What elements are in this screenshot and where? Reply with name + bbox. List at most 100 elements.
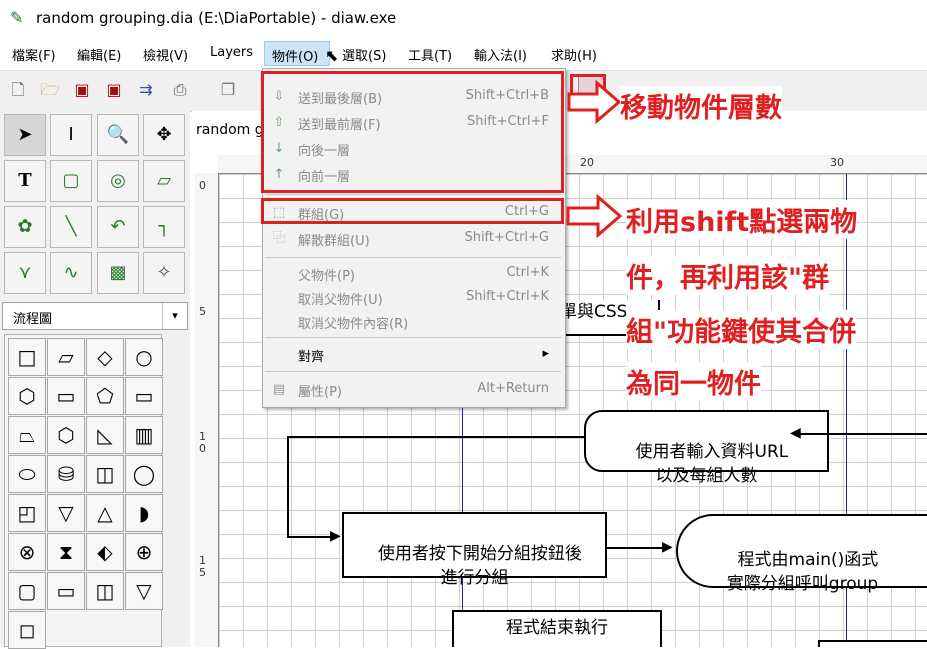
app-icon: ✎ [10, 8, 24, 27]
connector-shape-icon[interactable]: ○ [125, 338, 163, 376]
menu-object-label: 物件(O) [272, 50, 319, 65]
save-icon[interactable]: ▣ [72, 80, 92, 100]
direct-access-shape-icon[interactable]: ◫ [86, 455, 124, 493]
menu-unparent-children[interactable]: 取消父物件內容(R) [263, 310, 563, 334]
card-shape-icon[interactable]: ▭ [47, 572, 85, 610]
input-output-shape-icon[interactable]: ▱ [47, 338, 85, 376]
manual-file-shape-icon[interactable]: ▽ [125, 572, 163, 610]
manual-input-shape-icon[interactable]: ◺ [86, 416, 124, 454]
extract-shape-icon[interactable]: △ [86, 494, 124, 532]
predefined-process-shape-icon[interactable]: ▥ [125, 416, 163, 454]
preparation-shape-icon[interactable]: ⬡ [8, 377, 46, 415]
punched-tape-shape-icon[interactable]: ◫ [86, 572, 124, 610]
copy-icon[interactable]: ❐ [218, 80, 238, 100]
merge-shape-icon[interactable]: ▽ [47, 494, 85, 532]
print-icon[interactable]: ⎙ [170, 80, 190, 100]
menu-object[interactable]: 物件(O) [264, 41, 330, 66]
menu-unparent[interactable]: 取消父物件(U) Shift+Ctrl+K [263, 286, 563, 310]
sheet-selector-value: 流程圖 [13, 312, 53, 327]
ellipse-tool-icon[interactable]: ◎ [97, 160, 139, 202]
polyline-tool-icon[interactable]: ⋎ [4, 252, 46, 294]
beziergon-tool-icon[interactable]: ✿ [4, 206, 46, 248]
menu-align[interactable]: 對齊 ▸ [263, 343, 563, 367]
menu-item-label: 取消父物件(U) [298, 293, 383, 308]
window-title: random grouping.dia (E:\DiaPortable) - d… [36, 9, 397, 27]
offpage-shape-icon[interactable]: ⬠ [86, 377, 124, 415]
pointer-tool-icon[interactable]: ➤ [4, 114, 46, 156]
save-as-icon[interactable]: ▣ [104, 80, 124, 100]
connector-line[interactable] [798, 433, 927, 435]
zoom-tool-icon[interactable]: 🔍 [97, 114, 139, 156]
partial-bottom-node[interactable] [818, 640, 927, 647]
paper-tape-shape-icon[interactable]: ◻ [8, 611, 46, 649]
menu-tools[interactable]: 工具(T) [408, 45, 452, 64]
menu-input-method[interactable]: 輸入法(I) [474, 45, 527, 64]
sort-shape-icon[interactable]: ⬖ [86, 533, 124, 571]
image-tool-icon[interactable]: ▩ [97, 252, 139, 294]
ruler-label: 1 0 [199, 430, 206, 455]
hexagon-shape-icon[interactable]: ⬡ [47, 416, 85, 454]
mouse-cursor-icon: ⬉ [325, 46, 339, 65]
start-grouping-node[interactable]: 使用者按下開始分組按鈕後 進行分組 [342, 512, 607, 588]
ruler-label: 5 [199, 305, 206, 318]
menu-help[interactable]: 求助(H) [551, 45, 597, 64]
text-tool-icon[interactable]: T [4, 160, 46, 202]
stored-data-shape-icon[interactable]: ▭ [47, 377, 85, 415]
menu-edit[interactable]: 編輯(E) [77, 45, 121, 64]
display-shape-icon[interactable]: ▢ [8, 572, 46, 610]
decision-shape-icon[interactable]: ◇ [86, 338, 124, 376]
connector-line[interactable] [607, 547, 669, 549]
annotation-arrow-icon [566, 194, 623, 238]
menu-parent[interactable]: 父物件(P) Ctrl+K [263, 262, 563, 286]
or-shape-icon[interactable]: ⊕ [125, 533, 163, 571]
menu-view[interactable]: 檢視(V) [143, 45, 188, 64]
connector-line[interactable] [287, 436, 289, 538]
text-edit-tool-icon[interactable]: I [50, 114, 92, 156]
process-shape-icon[interactable]: □ [8, 338, 46, 376]
menu-separator [265, 371, 561, 372]
chevron-down-icon[interactable]: ▾ [162, 303, 187, 329]
submenu-arrow-icon: ▸ [542, 346, 549, 361]
export-icon[interactable]: ⇉ [136, 80, 156, 100]
summing-junction-shape-icon[interactable]: ⊗ [8, 533, 46, 571]
menu-layers[interactable]: Layers [210, 45, 253, 60]
open-folder-icon[interactable]: 🗁 [40, 80, 60, 100]
manual-operation-shape-icon[interactable]: ⏢ [8, 416, 46, 454]
internal-storage-shape-icon[interactable]: ◰ [8, 494, 46, 532]
diagram-tab[interactable]: random g [196, 122, 264, 138]
menu-item-label: 解散群組(U) [298, 234, 370, 249]
menu-separator [265, 194, 561, 195]
annotation-group-text: 利用shift點選兩物 [626, 200, 858, 239]
database-shape-icon[interactable]: ⛁ [47, 455, 85, 493]
terminator-shape-icon[interactable]: ⬭ [8, 455, 46, 493]
menu-select[interactable]: 選取(S) [342, 45, 386, 64]
line-tool-icon[interactable]: ╲ [50, 206, 92, 248]
outline-tool-icon[interactable]: ✧ [143, 252, 185, 294]
arc-tool-icon[interactable]: ↶ [97, 206, 139, 248]
menu-file[interactable]: 檔案(F) [12, 45, 56, 64]
collate-shape-icon[interactable]: ⧗ [47, 533, 85, 571]
annotation-group-text: 組"功能鍵使其合併 [626, 310, 857, 349]
document-shape-icon[interactable]: ▭ [125, 377, 163, 415]
menu-item-label: 對齊 [298, 350, 325, 365]
delay-shape-icon[interactable]: ◗ [125, 494, 163, 532]
sheet-selector[interactable]: 流程圖 ▾ [2, 302, 188, 330]
main-function-node[interactable]: 程式由main()函式 實際分組呼叫group [676, 514, 927, 594]
polygon-tool-icon[interactable]: ▱ [143, 160, 185, 202]
ungroup-icon: ⿻ [272, 231, 286, 246]
sequential-data-shape-icon[interactable]: ◯ [125, 455, 163, 493]
end-node[interactable]: 程式結束執行 [452, 610, 662, 647]
menu-separator [265, 337, 561, 338]
ruler-label: 0 [199, 179, 206, 192]
connector-line[interactable] [287, 536, 335, 538]
connector-line[interactable] [287, 436, 585, 438]
box-tool-icon[interactable]: ▢ [50, 160, 92, 202]
menu-item-shortcut: Alt+Return [477, 381, 549, 396]
menu-ungroup[interactable]: ⿻ 解散群組(U) Shift+Ctrl+G [263, 227, 563, 251]
bezier-tool-icon[interactable]: ∿ [50, 252, 92, 294]
input-data-node[interactable]: 使用者輸入資料URL 以及每組人數 [584, 410, 829, 486]
menu-properties[interactable]: ▤ 屬性(P) Alt+Return [263, 378, 563, 402]
new-file-icon[interactable]: 🗋 [8, 80, 28, 100]
scroll-tool-icon[interactable]: ✥ [143, 114, 185, 156]
zigzag-tool-icon[interactable]: ┐ [143, 206, 185, 248]
